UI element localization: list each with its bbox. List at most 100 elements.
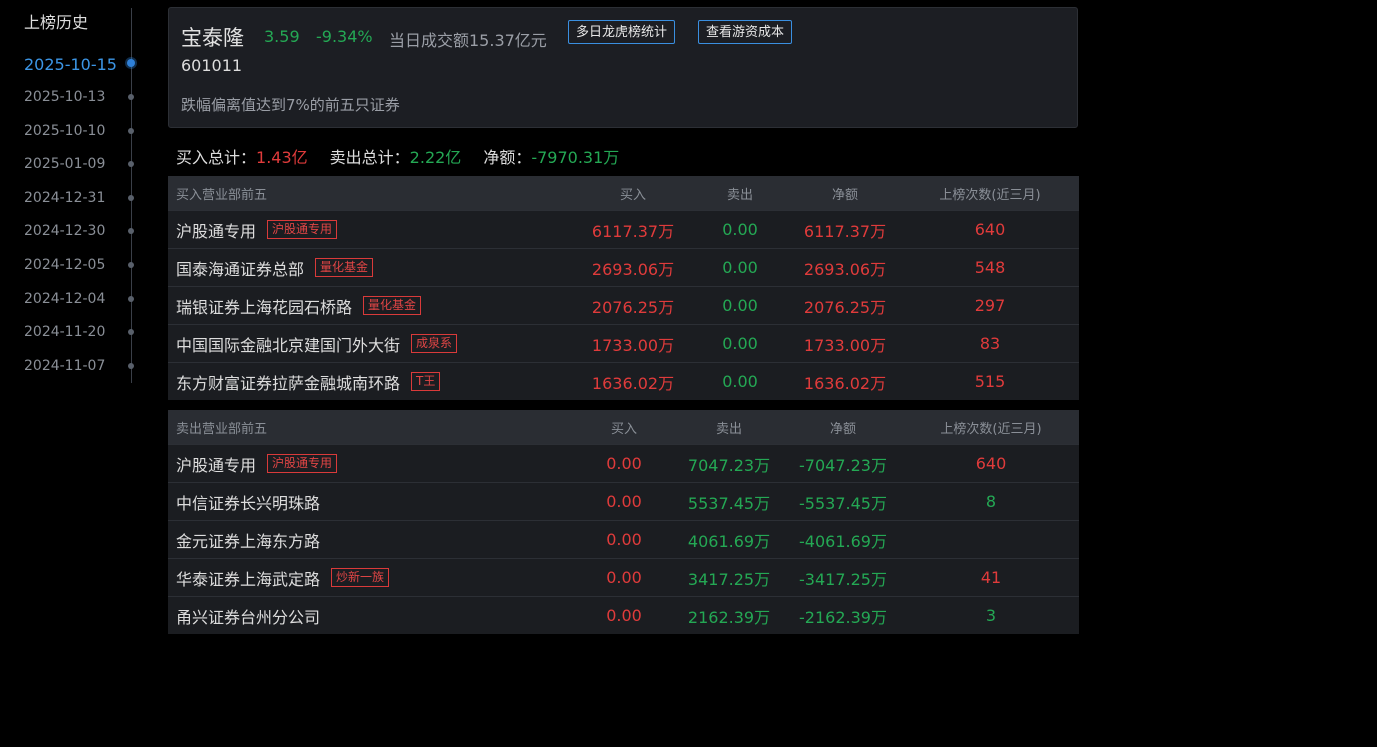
buy-amount: 2693.06万 — [591, 259, 675, 279]
timeline-dot — [128, 94, 134, 100]
sell-amount: 3417.25万 — [687, 569, 771, 589]
history-date-item[interactable]: 2024-12-31 — [24, 190, 105, 206]
branch-name[interactable]: 国泰海通证券总部 — [176, 256, 304, 280]
table-row[interactable]: 沪股通专用 沪股通专用 6117.37万 0.00 6117.37万 640 — [168, 210, 1079, 248]
net-amount: 2076.25万 — [803, 297, 887, 317]
history-date-item[interactable]: 2025-01-09 — [24, 156, 105, 172]
sell-amount: 0.00 — [722, 258, 758, 277]
sell-amount: 4061.69万 — [687, 531, 771, 551]
header-net: 净额 — [831, 187, 858, 203]
stock-name: 宝泰隆 — [181, 26, 244, 50]
header-sell: 卖出 — [715, 421, 742, 437]
table-row[interactable]: 甬兴证券台州分公司 0.00 2162.39万 -2162.39万 3 — [168, 596, 1079, 634]
listing-count: 640 — [974, 220, 1006, 239]
timeline-dot — [128, 161, 134, 167]
history-date-item[interactable]: 2025-10-13 — [24, 89, 105, 105]
sell-amount: 5537.45万 — [687, 493, 771, 513]
net-total-value: -7970.31万 — [531, 148, 620, 167]
history-date-item[interactable]: 2025-10-10 — [24, 123, 105, 139]
table-row[interactable]: 沪股通专用 沪股通专用 0.00 7047.23万 -7047.23万 640 — [168, 444, 1079, 482]
stock-turnover: 当日成交额15.37亿元 — [389, 31, 547, 50]
branch-name[interactable]: 沪股通专用 — [176, 218, 256, 242]
branch-name[interactable]: 华泰证券上海武定路 — [176, 566, 320, 590]
branch-tag[interactable]: 沪股通专用 — [267, 454, 338, 473]
listing-count: 297 — [974, 296, 1006, 315]
table-header: 买入营业部前五 买入 卖出 净额 上榜次数(近三月) — [168, 176, 1079, 210]
net-amount: -2162.39万 — [799, 607, 887, 627]
listing-count: 41 — [980, 568, 1002, 587]
history-date-item[interactable]: 2024-11-20 — [24, 324, 105, 340]
history-date-item[interactable]: 2024-12-04 — [24, 291, 105, 307]
header-buy: 买入 — [619, 187, 646, 203]
branch-name[interactable]: 中国国际金融北京建国门外大街 — [176, 332, 400, 356]
listing-count: 83 — [979, 334, 1001, 353]
buy-branches-table: 买入营业部前五 买入 卖出 净额 上榜次数(近三月) 沪股通专用 沪股通专用 61… — [168, 176, 1079, 400]
stock-change-percent: -9.34% — [316, 27, 373, 46]
sell-amount: 2162.39万 — [687, 607, 771, 627]
net-total-label: 净额： — [483, 148, 532, 167]
history-date-item[interactable]: 2024-12-05 — [24, 257, 105, 273]
sell-amount: 0.00 — [722, 372, 758, 391]
timeline-dot-active — [127, 59, 135, 67]
sell-amount: 0.00 — [722, 220, 758, 239]
table-header: 卖出营业部前五 买入 卖出 净额 上榜次数(近三月) — [168, 410, 1079, 444]
listing-count: 640 — [975, 454, 1007, 473]
net-amount: -7047.23万 — [799, 455, 887, 475]
timeline-dot — [128, 329, 134, 335]
net-amount: 1636.02万 — [803, 373, 887, 393]
timeline-dot — [128, 128, 134, 134]
net-amount: 2693.06万 — [803, 259, 887, 279]
listing-count: 8 — [985, 492, 997, 511]
history-date-item[interactable]: 2024-11-07 — [24, 358, 105, 374]
timeline-dot — [128, 262, 134, 268]
stock-code: 601011 — [181, 56, 243, 75]
buy-amount: 0.00 — [606, 530, 642, 549]
branch-tag[interactable]: T王 — [411, 372, 441, 391]
buy-total-label: 买入总计： — [176, 148, 257, 167]
totals-bar: 买入总计：1.43亿 卖出总计：2.22亿 净额：-7970.31万 — [176, 144, 619, 168]
branch-tag[interactable]: 量化基金 — [363, 296, 422, 315]
net-amount: 1733.00万 — [803, 335, 887, 355]
branch-name[interactable]: 沪股通专用 — [176, 452, 256, 476]
net-amount: 6117.37万 — [803, 221, 887, 241]
timeline-dot — [128, 195, 134, 201]
branch-tag[interactable]: 炒新一族 — [331, 568, 390, 587]
stock-info-card: 宝泰隆 3.59 -9.34% 当日成交额15.37亿元 多日龙虎榜统计 查看游… — [168, 7, 1078, 128]
branch-tag[interactable]: 沪股通专用 — [267, 220, 338, 239]
listing-reason: 跌幅偏离值达到7%的前五只证券 — [181, 96, 400, 114]
buy-total-value: 1.43亿 — [256, 148, 308, 167]
multi-day-stats-button[interactable]: 多日龙虎榜统计 — [568, 20, 676, 44]
header-count: 上榜次数(近三月) — [940, 421, 1042, 437]
branch-tag[interactable]: 量化基金 — [315, 258, 374, 277]
branch-name[interactable]: 金元证券上海东方路 — [176, 528, 320, 552]
stock-price: 3.59 — [264, 27, 300, 46]
timeline-dot — [128, 228, 134, 234]
branch-name[interactable]: 东方财富证券拉萨金融城南环路 — [176, 370, 400, 394]
listing-count — [920, 521, 1062, 558]
branch-tag[interactable]: 成泉系 — [411, 334, 458, 353]
table-row[interactable]: 东方财富证券拉萨金融城南环路 T王 1636.02万 0.00 1636.02万 … — [168, 362, 1079, 400]
history-title: 上榜历史 — [24, 13, 89, 32]
history-date-item[interactable]: 2025-10-15 — [24, 55, 117, 74]
buy-amount: 0.00 — [606, 568, 642, 587]
branch-name[interactable]: 瑞银证券上海花园石桥路 — [176, 294, 352, 318]
table-row[interactable]: 华泰证券上海武定路 炒新一族 0.00 3417.25万 -3417.25万 41 — [168, 558, 1079, 596]
listing-count: 548 — [974, 258, 1006, 277]
branch-name[interactable]: 甬兴证券台州分公司 — [176, 604, 320, 628]
view-cost-button[interactable]: 查看游资成本 — [698, 20, 793, 44]
header-sell: 卖出 — [726, 187, 753, 203]
sell-total-label: 卖出总计： — [329, 148, 410, 167]
table-row[interactable]: 中信证券长兴明珠路 0.00 5537.45万 -5537.45万 8 — [168, 482, 1079, 520]
listing-count: 515 — [974, 372, 1006, 391]
table-row[interactable]: 中国国际金融北京建国门外大街 成泉系 1733.00万 0.00 1733.00万… — [168, 324, 1079, 362]
table-row[interactable]: 金元证券上海东方路 0.00 4061.69万 -4061.69万 — [168, 520, 1079, 558]
buy-amount: 2076.25万 — [591, 297, 675, 317]
table-row[interactable]: 国泰海通证券总部 量化基金 2693.06万 0.00 2693.06万 548 — [168, 248, 1079, 286]
history-date-item[interactable]: 2024-12-30 — [24, 223, 105, 239]
buy-amount: 0.00 — [606, 492, 642, 511]
timeline-dot — [128, 296, 134, 302]
timeline-dot — [128, 363, 134, 369]
sell-amount: 0.00 — [722, 334, 758, 353]
table-row[interactable]: 瑞银证券上海花园石桥路 量化基金 2076.25万 0.00 2076.25万 2… — [168, 286, 1079, 324]
branch-name[interactable]: 中信证券长兴明珠路 — [176, 490, 320, 514]
